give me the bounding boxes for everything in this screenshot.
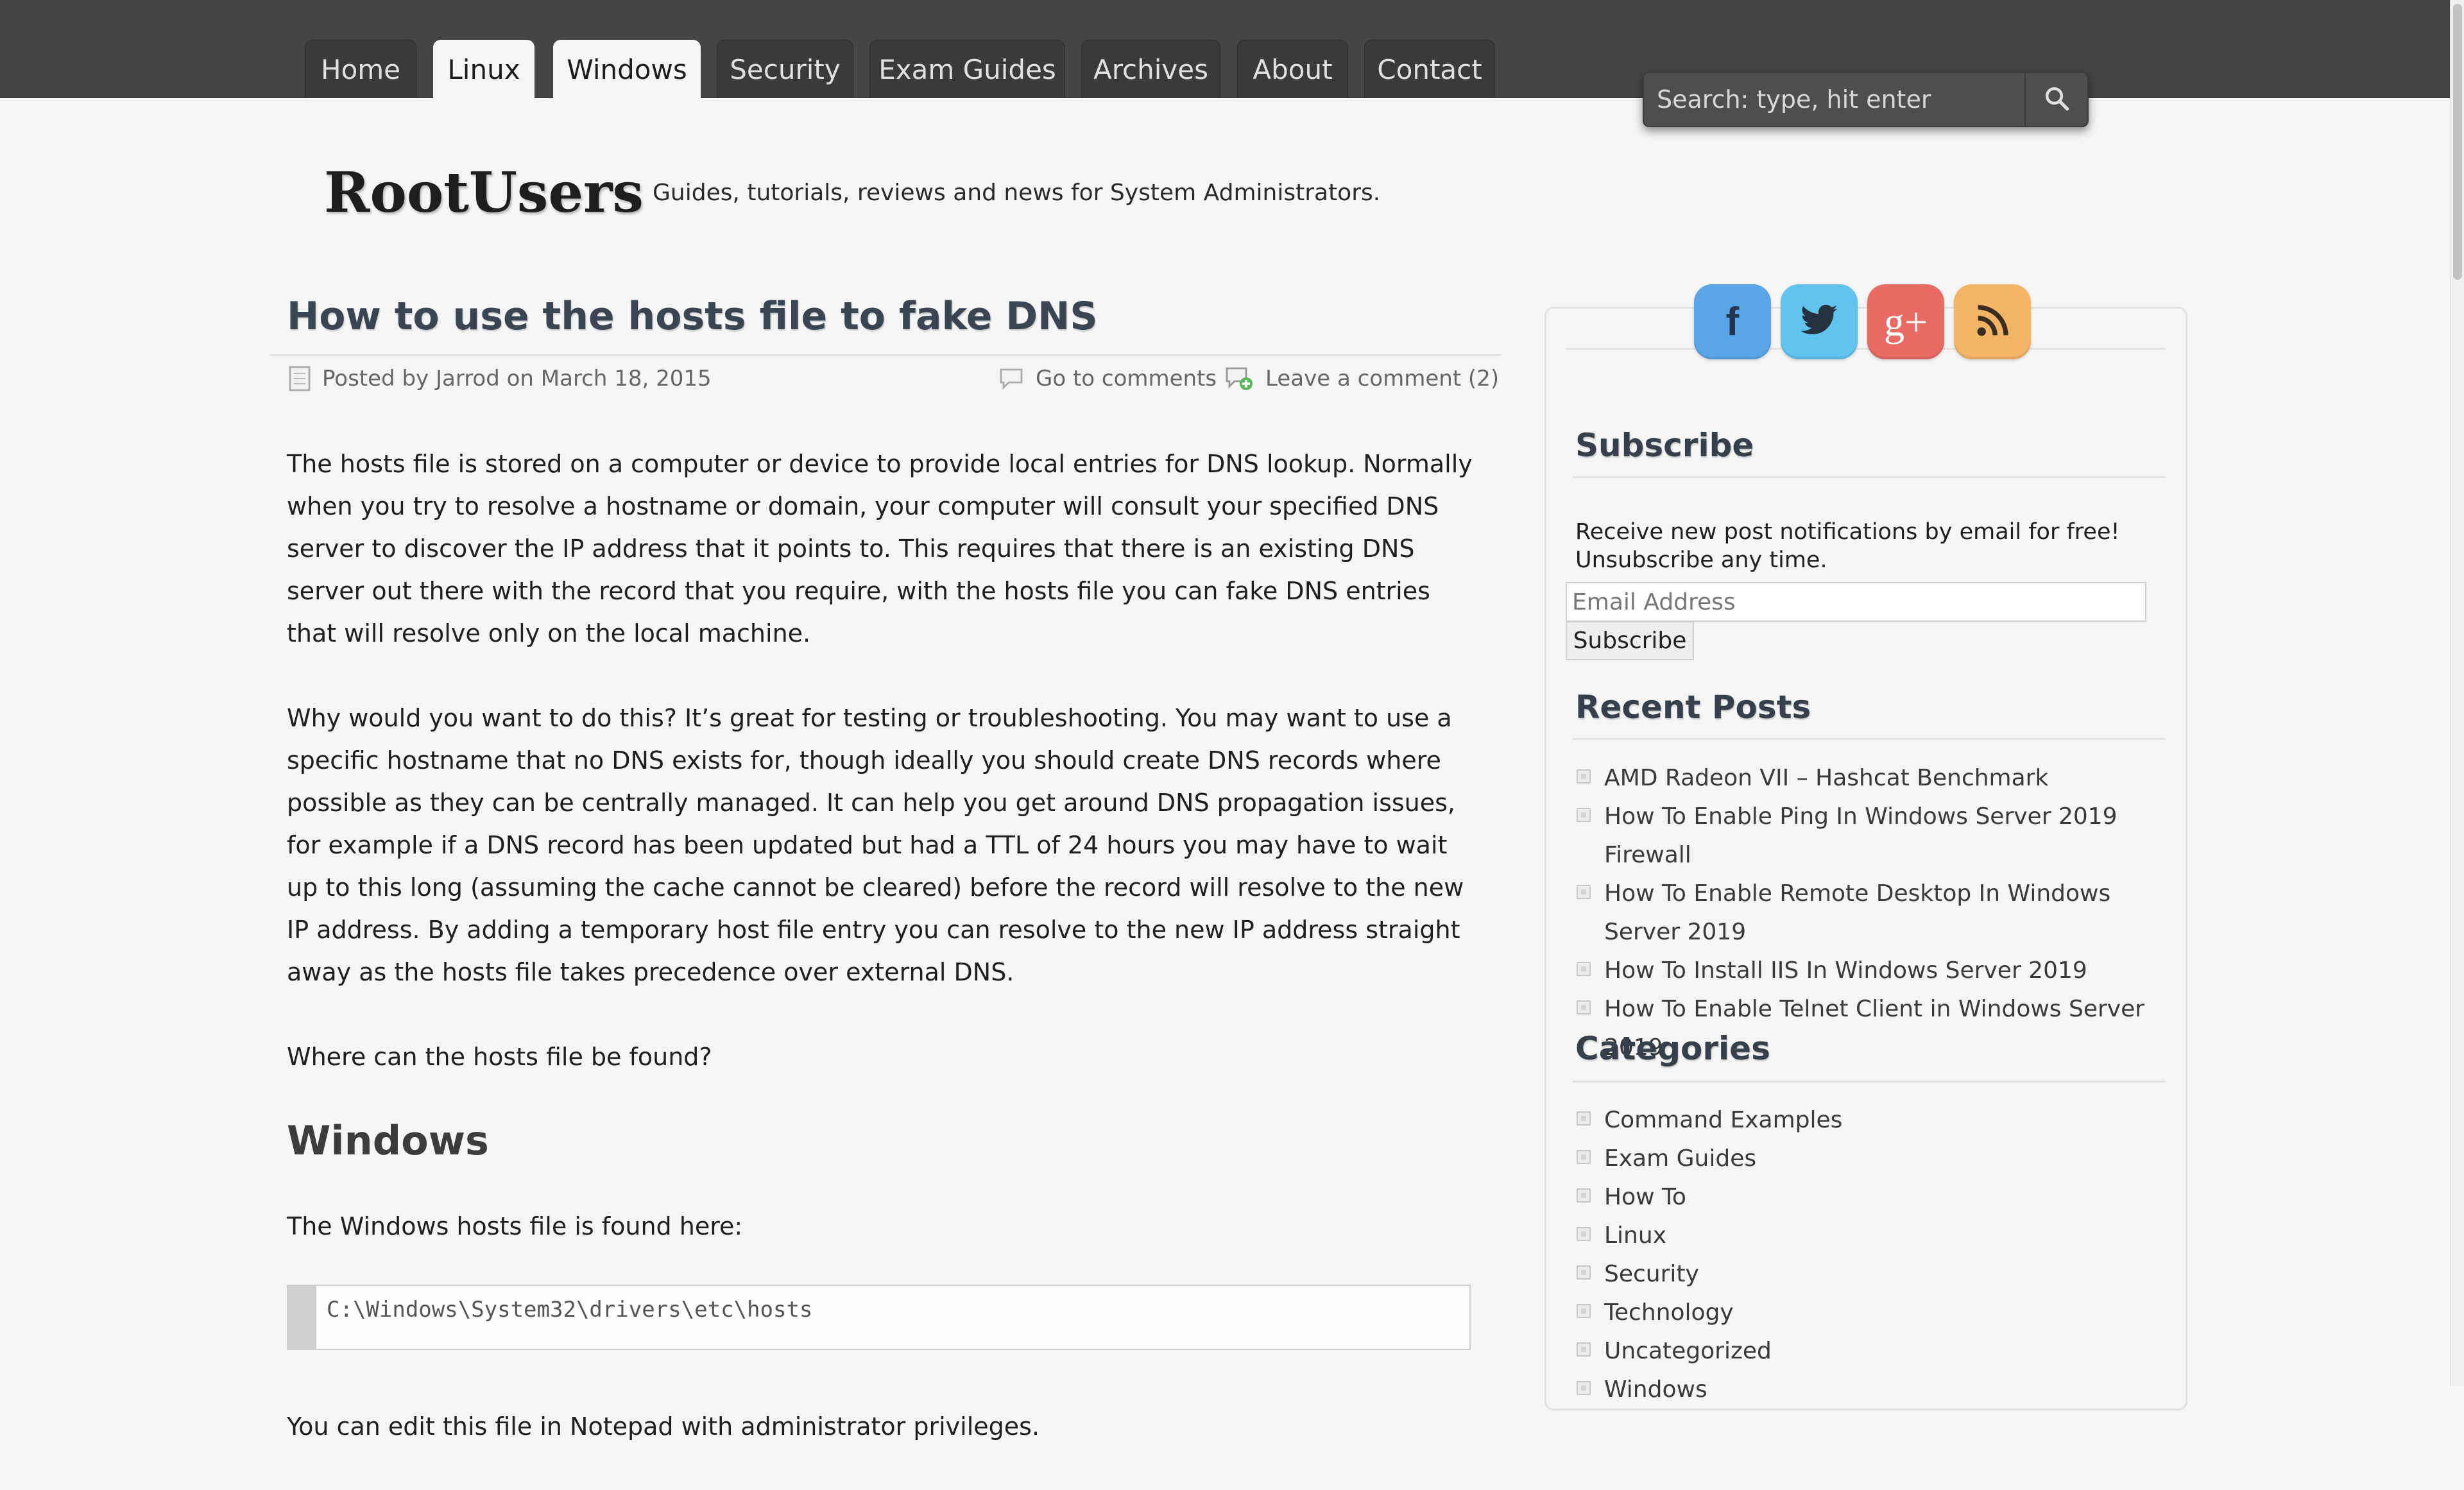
google-plus-icon: g+ <box>1883 298 1928 345</box>
bullet-icon <box>1577 1265 1591 1280</box>
rss-button[interactable] <box>1954 284 2031 359</box>
twitter-icon <box>1799 304 1839 340</box>
go-to-comments-text: Go to comments <box>1036 366 1217 391</box>
tab-home[interactable]: Home <box>305 40 416 98</box>
category-link[interactable]: Technology <box>1575 1294 2166 1332</box>
post-meta-author-text: Posted by Jarrod on March 18, 2015 <box>322 366 712 391</box>
code-text: C:\Windows\System32\drivers\etc\hosts <box>327 1297 813 1323</box>
category-link[interactable]: Command Examples <box>1575 1101 2166 1140</box>
recent-posts-divider <box>1572 738 2166 740</box>
comment-icon <box>998 367 1024 390</box>
article-body: The hosts file is stored on a computer o… <box>287 443 1480 1490</box>
categories-list: Command Examples Exam Guides How To Linu… <box>1575 1101 2166 1409</box>
recent-post-link[interactable]: How To Install IIS In Windows Server 201… <box>1575 952 2166 990</box>
twitter-button[interactable] <box>1781 284 1858 359</box>
subscribe-divider <box>1572 476 2166 478</box>
subscribe-title: Subscribe <box>1575 427 1754 464</box>
category-label: Uncategorized <box>1604 1338 1772 1364</box>
leave-comment-link[interactable]: Leave a comment (2) <box>1224 366 1499 391</box>
category-label: Command Examples <box>1604 1107 1843 1133</box>
tab-windows[interactable]: Windows <box>553 40 701 98</box>
categories-divider <box>1572 1081 2166 1083</box>
bullet-icon <box>1577 1188 1591 1203</box>
code-block[interactable]: C:\Windows\System32\drivers\etc\hosts <box>287 1285 1471 1350</box>
search-box <box>1643 72 2089 127</box>
recent-post-label: How To Enable Remote Desktop In Windows … <box>1604 880 2111 945</box>
recent-posts-title: Recent Posts <box>1575 689 1811 726</box>
category-link[interactable]: Uncategorized <box>1575 1332 2166 1371</box>
bullet-icon <box>1577 1227 1591 1241</box>
bullet-icon <box>1577 1381 1591 1395</box>
categories-title: Categories <box>1575 1030 1770 1067</box>
bullet-icon <box>1577 885 1591 899</box>
facebook-icon: f <box>1725 300 1740 344</box>
bullet-icon <box>1577 808 1591 822</box>
email-field[interactable] <box>1566 582 2146 622</box>
recent-posts-list: AMD Radeon VII – Hashcat Benchmark How T… <box>1575 759 2166 1067</box>
tab-exam-guides[interactable]: Exam Guides <box>869 40 1065 98</box>
tab-about[interactable]: About <box>1237 40 1348 98</box>
google-plus-button[interactable]: g+ <box>1867 284 1944 359</box>
leave-comment-text: Leave a comment (2) <box>1265 366 1500 391</box>
go-to-comments-link[interactable]: Go to comments <box>998 366 1217 391</box>
article-paragraph: You can edit this file in Notepad with a… <box>287 1412 1040 1441</box>
search-button[interactable] <box>2024 73 2087 126</box>
recent-post-link[interactable]: How To Enable Ping In Windows Server 201… <box>1575 798 2166 875</box>
bullet-icon <box>1577 1111 1591 1126</box>
post-meta-author: Posted by Jarrod on March 18, 2015 <box>289 366 712 391</box>
bullet-icon <box>1577 1000 1591 1015</box>
meta-divider <box>270 354 1502 356</box>
document-icon <box>289 366 311 391</box>
article-paragraph: The hosts file is stored on a computer o… <box>287 450 1473 647</box>
category-link[interactable]: Exam Guides <box>1575 1140 2166 1178</box>
sidebar-divider <box>1566 348 2166 350</box>
search-input[interactable] <box>1644 73 2024 126</box>
subscribe-button[interactable]: Subscribe <box>1566 621 1694 660</box>
article-paragraph: Why would you want to do this? It’s grea… <box>287 704 1464 986</box>
rss-icon <box>1974 303 2010 341</box>
bullet-icon <box>1577 962 1591 976</box>
subscribe-description: Receive new post notifications by email … <box>1575 519 2120 573</box>
section-heading-windows: Windows <box>287 1117 489 1164</box>
category-link[interactable]: Linux <box>1575 1217 2166 1255</box>
add-comment-icon <box>1224 366 1254 391</box>
bullet-icon <box>1577 1150 1591 1164</box>
tab-security[interactable]: Security <box>717 40 853 98</box>
recent-post-label: How To Enable Ping In Windows Server 201… <box>1604 803 2118 868</box>
category-label: Security <box>1604 1261 1699 1287</box>
category-label: Windows <box>1604 1376 1707 1403</box>
category-link[interactable]: Windows <box>1575 1371 2166 1409</box>
post-title[interactable]: How to use the hosts file to fake DNS <box>287 294 1098 339</box>
scrollbar-thumb[interactable] <box>2453 4 2462 280</box>
tab-linux[interactable]: Linux <box>433 40 535 98</box>
article-paragraph: The Windows hosts file is found here: <box>287 1212 743 1240</box>
bullet-icon <box>1577 1342 1591 1357</box>
article-paragraph: Where can the hosts file be found? <box>287 1043 712 1071</box>
site-tagline: Guides, tutorials, reviews and news for … <box>653 180 1381 206</box>
recent-post-label: How To Install IIS In Windows Server 201… <box>1604 957 2087 984</box>
scrollbar[interactable] <box>2450 0 2464 1386</box>
bullet-icon <box>1577 769 1591 784</box>
recent-post-label: AMD Radeon VII – Hashcat Benchmark <box>1604 765 2049 791</box>
recent-post-link[interactable]: How To Enable Remote Desktop In Windows … <box>1575 875 2166 952</box>
category-label: Technology <box>1604 1299 1734 1326</box>
category-link[interactable]: Security <box>1575 1255 2166 1294</box>
bullet-icon <box>1577 1304 1591 1318</box>
category-label: How To <box>1604 1184 1686 1210</box>
category-label: Linux <box>1604 1222 1666 1249</box>
category-link[interactable]: How To <box>1575 1178 2166 1217</box>
tab-archives[interactable]: Archives <box>1081 40 1220 98</box>
category-label: Exam Guides <box>1604 1145 1757 1172</box>
facebook-button[interactable]: f <box>1694 284 1771 359</box>
recent-post-link[interactable]: AMD Radeon VII – Hashcat Benchmark <box>1575 759 2166 798</box>
search-icon <box>2043 85 2070 114</box>
tab-contact[interactable]: Contact <box>1364 40 1495 98</box>
site-title[interactable]: RootUsers <box>324 160 644 225</box>
